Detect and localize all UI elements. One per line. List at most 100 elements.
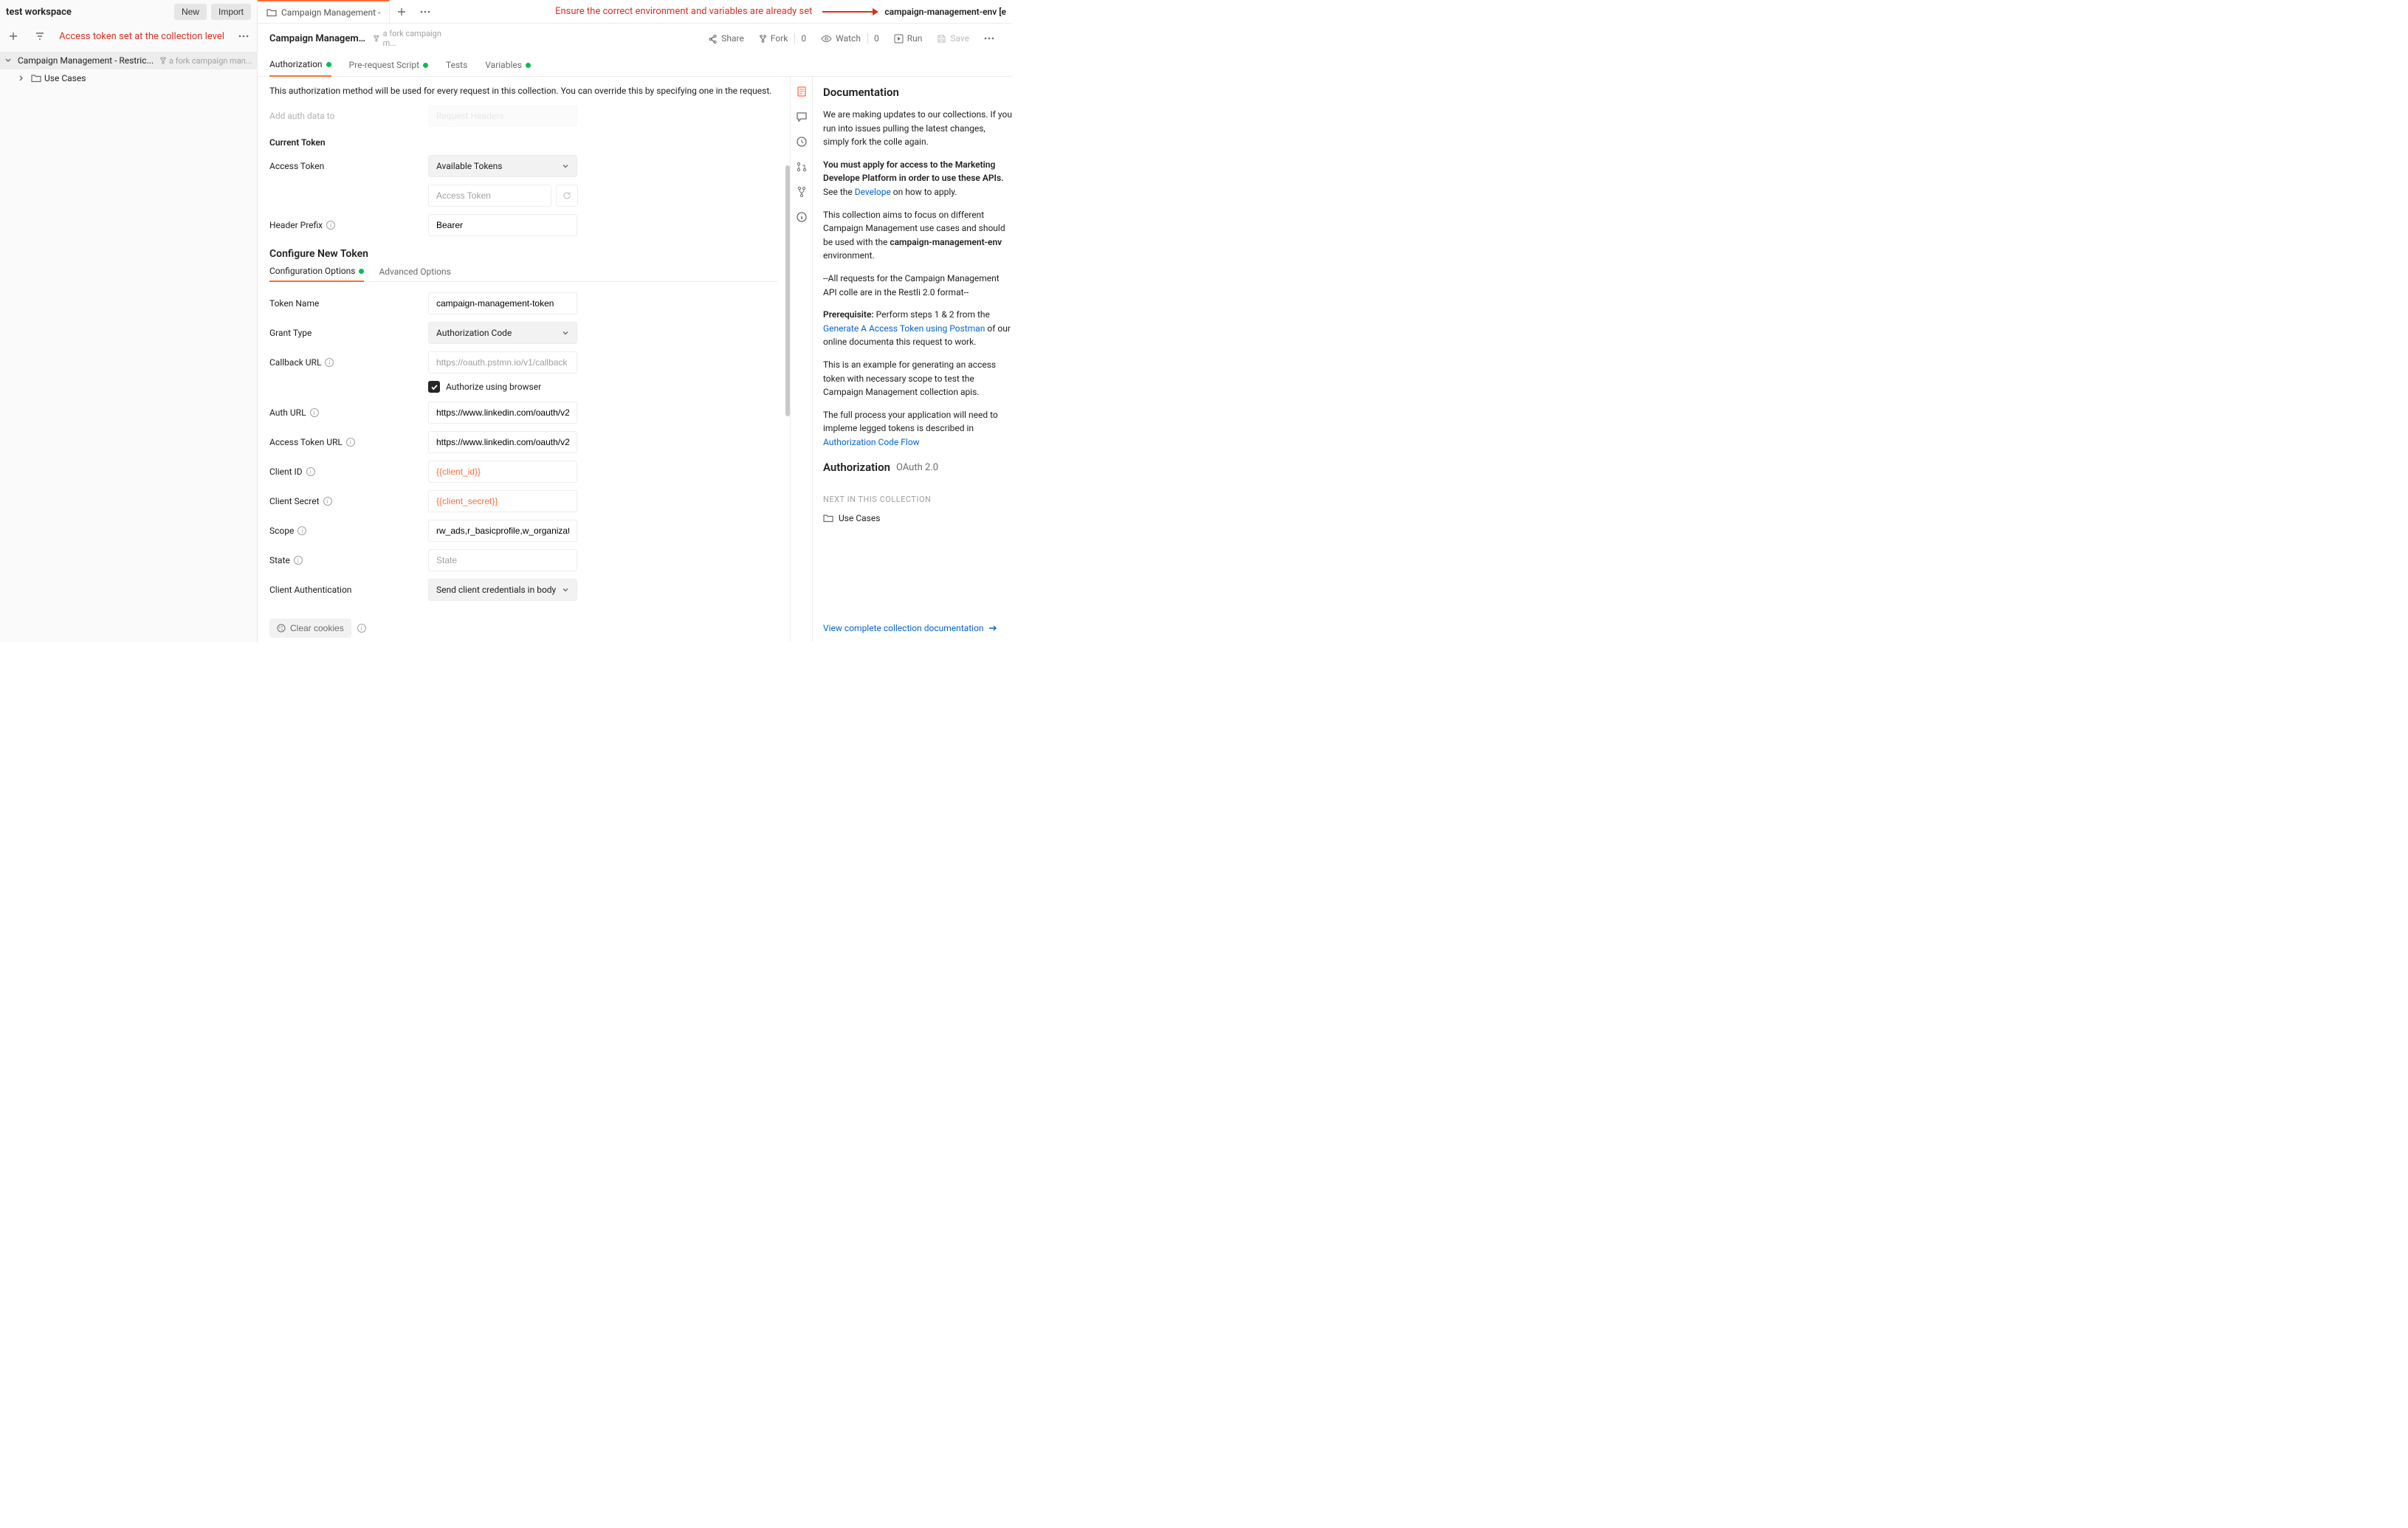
- info-icon: i: [323, 497, 332, 506]
- folder-icon: [31, 74, 41, 83]
- status-dot-icon: [423, 63, 428, 68]
- client-auth-label: Client Authentication: [269, 585, 428, 595]
- token-name-input[interactable]: [428, 292, 577, 314]
- eye-icon: [821, 35, 832, 43]
- arrow-right-icon: [988, 624, 997, 632]
- sidebar-collection-row[interactable]: Campaign Management - Restric... a fork …: [0, 52, 257, 69]
- authorize-browser-label: Authorize using browser: [446, 382, 541, 392]
- request-fork-tag: a fork campaign m...: [373, 29, 454, 48]
- share-button[interactable]: Share: [702, 30, 750, 47]
- tab-configuration-options[interactable]: Configuration Options: [269, 266, 364, 282]
- scope-label: Scope i: [269, 526, 428, 536]
- tab-tests[interactable]: Tests: [446, 60, 467, 76]
- tab-more-icon[interactable]: [413, 0, 437, 24]
- annotation-collection-token: Access token set at the collection level: [59, 31, 224, 42]
- available-tokens-select[interactable]: Available Tokens: [428, 155, 577, 177]
- watch-button[interactable]: Watch 0: [815, 30, 885, 47]
- grant-type-label: Grant Type: [269, 328, 428, 338]
- header-prefix-label: Header Prefix i: [269, 220, 428, 230]
- status-dot-icon: [359, 269, 364, 274]
- tab-authorization[interactable]: Authorization: [269, 59, 331, 77]
- refresh-token-icon[interactable]: [556, 185, 578, 207]
- state-input[interactable]: [428, 549, 577, 571]
- callback-url-label: Callback URL i: [269, 357, 428, 368]
- client-auth-select[interactable]: Send client credentials in body: [428, 579, 577, 601]
- access-token-url-label: Access Token URL i: [269, 437, 428, 447]
- folder-icon: [266, 8, 277, 17]
- developer-portal-link[interactable]: Develope: [855, 187, 891, 197]
- access-token-input[interactable]: [428, 185, 551, 207]
- info-icon[interactable]: [796, 211, 808, 223]
- tab-advanced-options[interactable]: Advanced Options: [379, 266, 450, 281]
- info-icon: i: [306, 467, 315, 476]
- request-more-icon[interactable]: [978, 34, 1000, 43]
- documentation-icon[interactable]: [796, 86, 808, 97]
- grant-type-select[interactable]: Authorization Code: [428, 322, 577, 344]
- play-icon: [894, 34, 904, 44]
- add-icon[interactable]: [3, 26, 24, 47]
- chevron-down-icon: [562, 586, 569, 593]
- status-dot-icon: [326, 62, 331, 67]
- doc-paragraph: This is an example for generating an acc…: [823, 358, 1012, 399]
- info-icon: i: [310, 408, 319, 417]
- cookie-icon: [277, 624, 286, 633]
- new-button[interactable]: New: [174, 4, 207, 20]
- add-tab-icon[interactable]: [390, 0, 413, 24]
- doc-paragraph: We are making updates to our collections…: [823, 108, 1012, 149]
- sidebar-usecases-row[interactable]: Use Cases: [0, 69, 257, 87]
- auth-description: This authorization method will be used f…: [269, 86, 778, 96]
- pull-requests-icon[interactable]: [796, 161, 808, 173]
- chevron-down-icon: [562, 162, 569, 170]
- context-rail: [791, 77, 813, 642]
- clear-cookies-button[interactable]: Clear cookies: [269, 619, 351, 638]
- header-prefix-input[interactable]: [428, 214, 577, 236]
- comments-icon[interactable]: [796, 111, 808, 123]
- add-auth-data-select: Request Headers: [428, 105, 577, 127]
- fork-icon: [759, 35, 767, 43]
- import-button[interactable]: Import: [211, 4, 251, 20]
- documentation-panel: Documentation We are making updates to o…: [813, 77, 1012, 642]
- next-item-usecases[interactable]: Use Cases: [823, 512, 1012, 526]
- environment-selector[interactable]: campaign-management-env [e: [884, 7, 1006, 17]
- scrollbar[interactable]: [785, 165, 790, 416]
- folder-icon: [823, 514, 833, 523]
- usecases-label: Use Cases: [44, 73, 86, 83]
- scope-input[interactable]: [428, 520, 577, 542]
- subtabs: Authorization Pre-request Script Tests V…: [258, 53, 1012, 77]
- tab-variables[interactable]: Variables: [485, 60, 531, 76]
- chevron-right-icon: [18, 75, 28, 82]
- doc-paragraph: --All requests for the Campaign Manageme…: [823, 272, 1012, 299]
- client-id-input[interactable]: [428, 461, 577, 483]
- auth-code-flow-link[interactable]: Authorization Code Flow: [823, 437, 920, 447]
- generate-token-link[interactable]: Generate A Access Token using Postman: [823, 323, 985, 334]
- request-title: Campaign Managemen...: [269, 33, 367, 44]
- more-icon[interactable]: [233, 26, 254, 47]
- authorize-browser-checkbox[interactable]: [428, 381, 440, 393]
- info-icon: i: [294, 556, 303, 565]
- annotation-environment: Ensure the correct environment and varia…: [555, 6, 812, 17]
- authorization-panel: This authorization method will be used f…: [258, 77, 791, 642]
- collection-label: Campaign Management - Restric...: [18, 55, 154, 66]
- client-secret-input[interactable]: [428, 490, 577, 512]
- tab-pre-request[interactable]: Pre-request Script: [349, 60, 428, 76]
- view-complete-documentation-link[interactable]: View complete collection documentation: [823, 623, 1012, 633]
- add-auth-data-label: Add auth data to: [269, 111, 428, 121]
- save-button[interactable]: Save: [931, 30, 975, 47]
- access-token-url-input[interactable]: [428, 431, 577, 453]
- tab-campaign-management[interactable]: Campaign Management -: [258, 0, 390, 23]
- share-icon: [708, 34, 718, 44]
- state-label: State i: [269, 555, 428, 565]
- changelog-icon[interactable]: [796, 136, 808, 148]
- fork-button[interactable]: Fork 0: [753, 30, 812, 47]
- request-header: Campaign Managemen... a fork campaign m.…: [258, 24, 1012, 53]
- auth-url-label: Auth URL i: [269, 407, 428, 418]
- auth-url-input[interactable]: [428, 402, 577, 424]
- info-icon: i: [326, 221, 335, 230]
- info-icon: i: [346, 438, 355, 447]
- next-in-collection-label: NEXT IN THIS COLLECTION: [823, 493, 1012, 506]
- filter-icon[interactable]: [30, 26, 50, 47]
- run-button[interactable]: Run: [888, 30, 929, 47]
- fork-indicator: a fork campaign man...: [159, 56, 252, 66]
- forks-icon[interactable]: [796, 186, 808, 198]
- tabbar: Campaign Management - Ensure the correct…: [258, 0, 1012, 24]
